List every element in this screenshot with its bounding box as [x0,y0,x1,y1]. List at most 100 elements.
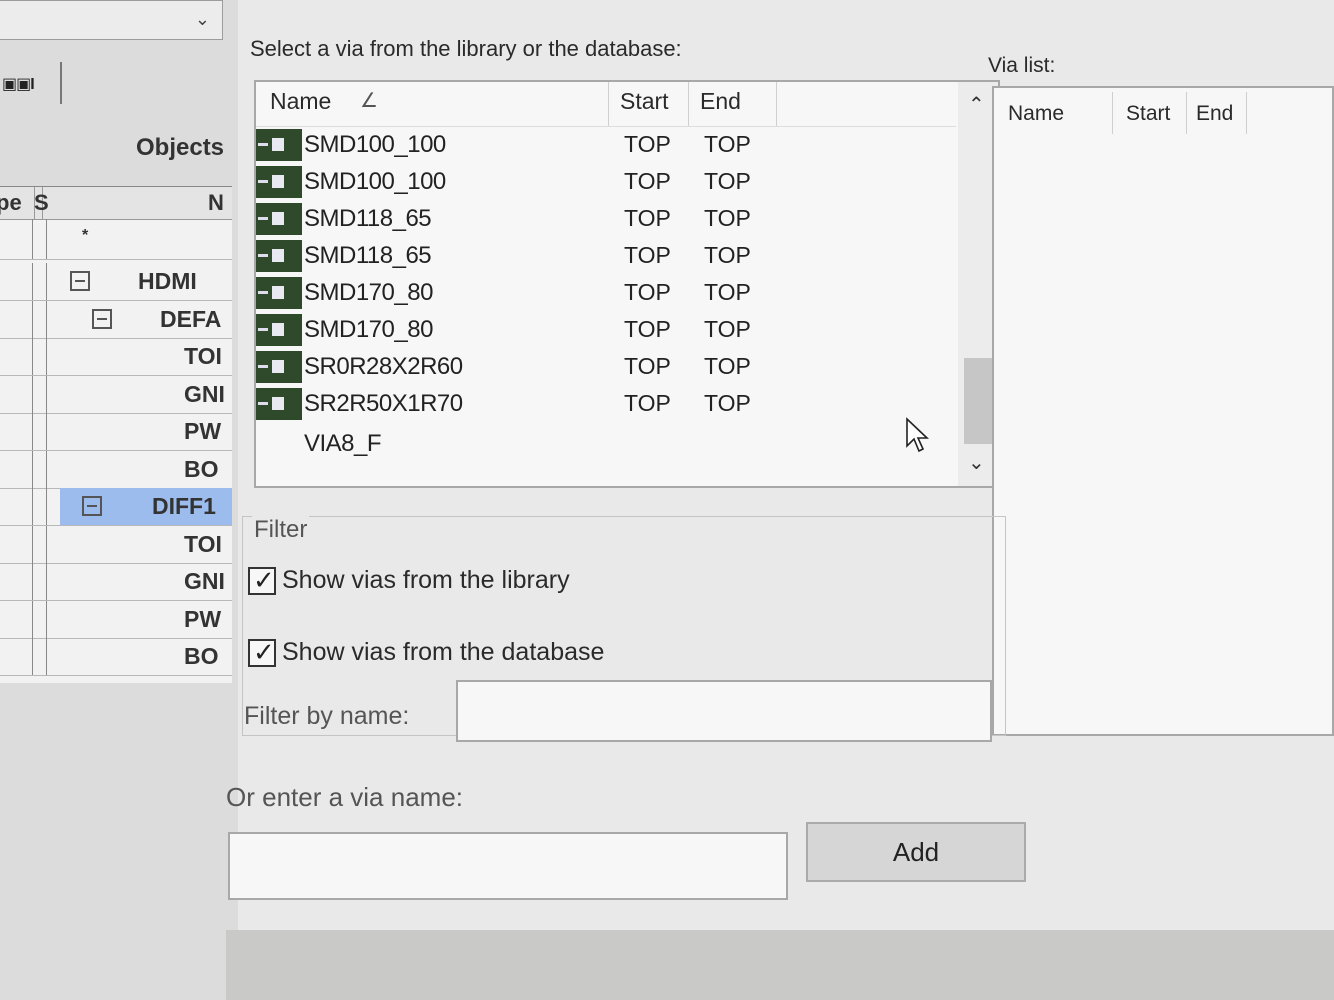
column-separator[interactable] [608,82,609,126]
show-database-label[interactable]: Show vias from the database [282,638,604,666]
column-header-start[interactable]: Start [620,88,669,115]
tree-row[interactable]: GNI [0,563,232,601]
tree-row[interactable]: PW [0,600,232,639]
via-pad-icon [256,166,302,198]
library-list-header: Name ∠ Start End [256,82,956,127]
via-start-cell: TOP [624,242,671,268]
column-separator[interactable] [776,82,777,126]
objects-label: Objects [136,134,225,161]
grid-cell [32,525,47,563]
via-list-row[interactable]: SMD118_65 TOP TOP [256,237,956,274]
filter-row-marker: * [82,227,89,244]
via-list-column-name[interactable]: Name [1008,102,1064,126]
bottom-panel [226,930,1334,1000]
via-list-column-start[interactable]: Start [1126,102,1170,126]
via-list-row[interactable]: VIA8_F [256,425,956,462]
tree-row-label: TOI [184,343,222,369]
column-separator[interactable] [1112,92,1113,134]
tree-row-label: TOI [184,530,222,557]
show-library-vias-option[interactable]: ✓ Show vias from the library [248,565,570,596]
collapse-icon[interactable] [70,271,90,291]
collapse-icon[interactable] [82,496,102,516]
left-toolbar: ▣▣I [0,62,62,104]
left-combo-box[interactable]: ⌄ [0,0,223,40]
objects-grid-column-header[interactable]: N [208,187,232,219]
grid-cell [32,638,47,675]
objects-grid: pe S N * HDMI DEFA TOI GNI PW BO DIFF1 TOI GNI PW BO [0,186,232,683]
tree-row[interactable]: BO [0,450,232,489]
grid-cell [0,375,33,413]
via-pad-icon [256,351,302,383]
via-list-label: Via list: [988,54,1056,77]
tree-row[interactable]: BO [0,638,232,676]
via-name-cell: SR0R28X2R60 [304,353,463,380]
via-list-row[interactable]: SMD170_80 TOP TOP [256,274,956,311]
show-database-checkbox[interactable]: ✓ [248,637,276,668]
via-end-cell: TOP [704,242,751,268]
tree-row[interactable]: GNI [0,375,232,414]
tree-row-label: DEFA [160,305,222,332]
objects-grid-column-header[interactable]: S [34,187,49,219]
via-end-cell: TOP [704,168,751,194]
via-list-row[interactable]: SMD118_65 TOP TOP [256,200,956,237]
via-start-cell: TOP [624,168,671,194]
via-pad-icon [256,277,302,309]
tree-row[interactable]: DEFA [0,300,232,339]
library-via-list[interactable]: Name ∠ Start End SMD100_100 TOP TOP SMD100_… [254,80,1000,488]
tree-row-label: GNI [184,380,225,407]
chevron-down-icon[interactable]: ⌄ [195,9,210,30]
via-end-cell: TOP [704,390,751,416]
objects-grid-column-header[interactable]: pe [0,187,35,219]
objects-panel: ⌄ ▣▣I Objects pe S N * HDMI DEFA TOI GNI PW BO DIF… [0,0,238,1000]
show-library-checkbox[interactable]: ✓ [248,565,276,596]
grid-cell [32,600,47,638]
via-pad-icon [256,203,302,235]
grid-cell [0,450,33,488]
via-list-row[interactable]: SR0R28X2R60 TOP TOP [256,348,956,385]
collapse-icon[interactable] [92,308,112,329]
grid-cell [0,638,33,675]
tree-row[interactable]: TOI [0,338,232,376]
via-list-row[interactable]: SMD100_100 TOP TOP [256,163,956,200]
scroll-down-icon[interactable]: ⌄ [968,450,985,475]
checkmark-icon: ✓ [253,637,275,668]
grid-cell [0,600,33,638]
toolbar-icon[interactable]: ▣▣I [2,74,35,94]
via-list-row[interactable]: SMD170_80 TOP TOP [256,311,956,348]
show-library-label[interactable]: Show vias from the library [282,566,570,594]
via-list-row[interactable]: SMD100_100 TOP TOP [256,126,956,163]
via-pad-icon [256,240,302,272]
column-separator[interactable] [1186,92,1187,134]
column-header-name[interactable]: Name [270,88,331,115]
tree-row[interactable]: TOI [0,525,232,564]
via-name-cell: SMD118_65 [304,242,432,269]
via-pad-icon [256,388,302,420]
via-name-cell: SMD100_100 [304,168,446,195]
scrollbar-thumb[interactable] [964,358,992,444]
via-end-cell: TOP [704,316,751,342]
tree-row-label: BO [184,643,219,669]
column-separator[interactable] [1246,92,1247,134]
column-header-end[interactable]: End [700,88,741,115]
enter-via-name-label: Or enter a via name: [226,782,463,812]
via-list[interactable]: Name Start End [992,86,1334,736]
via-list-column-end[interactable]: End [1196,102,1233,126]
grid-cell [0,300,33,338]
tree-row-label: HDMI [138,268,197,294]
sort-indicator-icon: ∠ [360,90,378,112]
via-end-cell: TOP [704,205,751,231]
tree-row[interactable]: PW [0,413,232,451]
via-list-row[interactable]: SR2R50X1R70 TOP TOP [256,385,956,422]
grid-cell [32,563,47,600]
column-separator[interactable] [688,82,689,126]
tree-row[interactable]: DIFF1 [0,488,232,526]
show-database-vias-option[interactable]: ✓ Show vias from the database [248,637,604,668]
filter-by-name-input[interactable] [456,680,992,742]
via-name-input[interactable] [228,832,788,900]
add-button[interactable]: Add [806,822,1026,882]
filter-by-name-label: Filter by name: [244,702,410,730]
via-name-cell: SMD170_80 [304,279,433,306]
scroll-up-icon[interactable]: ⌃ [968,92,985,117]
tree-row[interactable]: HDMI [0,263,232,301]
objects-grid-filter-row[interactable]: * [0,219,232,260]
